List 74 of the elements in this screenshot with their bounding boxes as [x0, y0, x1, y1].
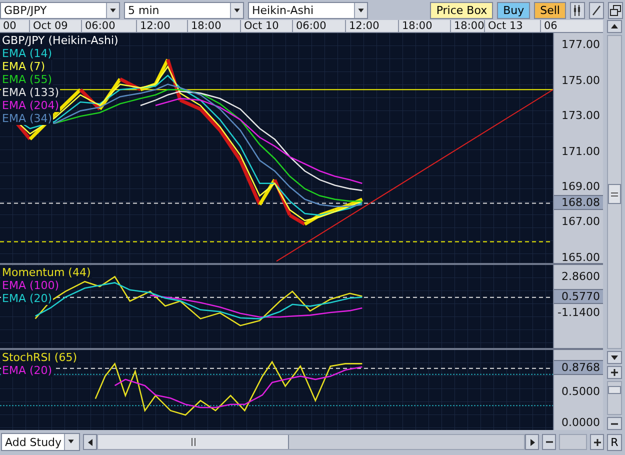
time-label: 00: [0, 20, 30, 32]
legend-label: EMA (7): [1, 60, 46, 73]
legend-label: EMA (20): [1, 364, 54, 377]
grip-icon: [190, 438, 196, 446]
time-label: 12:00: [346, 20, 399, 32]
axis-label: 167.00: [562, 215, 600, 230]
zoom-out-button[interactable]: [607, 417, 622, 430]
reset-button[interactable]: R: [607, 434, 622, 450]
grip-icon: [611, 192, 618, 196]
legend-label: EMA (55): [1, 73, 54, 86]
symbol-dropdown[interactable]: GBP/JPY: [0, 2, 120, 18]
buy-button[interactable]: Buy: [497, 2, 530, 18]
legend-label: EMA (133): [1, 86, 60, 99]
legend-label: Momentum (44): [1, 266, 92, 279]
time-label: 06:00: [82, 20, 137, 32]
price-box-button[interactable]: Price Box: [430, 2, 494, 18]
legend-label: EMA (20): [1, 292, 54, 305]
candles-tool-icon[interactable]: [570, 2, 585, 18]
axis-label: 173.00: [562, 109, 600, 124]
scrollbar-thumb[interactable]: [98, 435, 289, 449]
axis-label: 177.00: [562, 38, 600, 52]
time-label: 12:00: [137, 20, 188, 32]
axis-label: 175.00: [562, 74, 600, 88]
time-label: 18:00: [399, 20, 451, 32]
time-label: 06: [543, 20, 558, 32]
legend-label: EMA (14): [1, 47, 54, 60]
axis-label: 171.00: [562, 144, 600, 159]
time-label: Oct 09: [30, 20, 82, 32]
triangle-left-icon: [88, 438, 92, 446]
legend-label: EMA (100): [1, 279, 60, 292]
legend-label: EMA (204): [1, 99, 60, 112]
candle: [349, 198, 363, 206]
axis-label: 2.8600: [562, 270, 600, 284]
triangle-up-icon: [611, 24, 618, 29]
candle: [334, 202, 350, 212]
plus-icon: [611, 369, 618, 376]
line-tool-icon[interactable]: [589, 2, 604, 18]
horizontal-scrollbar[interactable]: [97, 434, 525, 450]
axis-label: 165.00: [562, 250, 600, 263]
scroll-left-button[interactable]: [83, 434, 97, 450]
triangle-right-icon: [530, 438, 534, 446]
scroll-up-button[interactable]: [607, 20, 622, 33]
zoom-in-button[interactable]: [607, 366, 622, 379]
plus-icon: [594, 438, 600, 446]
scroll-right-button[interactable]: [525, 434, 539, 450]
sell-button[interactable]: Sell: [534, 2, 566, 18]
triangle-down-icon: [611, 355, 618, 360]
time-label: 18:00: [188, 20, 241, 32]
minus-icon: [546, 441, 552, 443]
chart-type-dropdown[interactable]: Heikin-Ashi: [248, 2, 368, 18]
candle: [319, 208, 336, 217]
time-label: 18:00: [451, 20, 485, 32]
legend-label: StochRSI (65): [1, 351, 78, 364]
zoom-in-button[interactable]: [590, 434, 604, 450]
axis-label: 0.5000: [562, 384, 600, 399]
interval-dropdown[interactable]: 5 min: [124, 2, 244, 18]
legend-label: GBP/JPY (Heikin-Ashi): [1, 34, 120, 47]
candle: [304, 214, 321, 226]
minus-icon: [611, 422, 618, 424]
price-marker: 0.8768: [554, 360, 603, 376]
restore-icon[interactable]: [608, 2, 623, 18]
zoom-out-button[interactable]: [542, 434, 556, 450]
time-label: Oct 10: [241, 20, 293, 32]
price-marker: 0.5770: [554, 289, 603, 304]
time-label: 06:00: [293, 20, 346, 32]
axis-label: 169.00: [562, 180, 600, 194]
axis-label: -1.1400: [558, 306, 600, 320]
axis-label: 0.0000: [562, 416, 600, 430]
add-study-dropdown[interactable]: Add Study: [1, 433, 80, 451]
scroll-down-button[interactable]: [607, 351, 622, 364]
vertical-scrollbar[interactable]: [607, 35, 622, 349]
time-label: Oct 13: [485, 20, 541, 32]
price-marker: 168.08: [554, 195, 603, 210]
scrollbar-thumb[interactable]: [608, 184, 621, 204]
